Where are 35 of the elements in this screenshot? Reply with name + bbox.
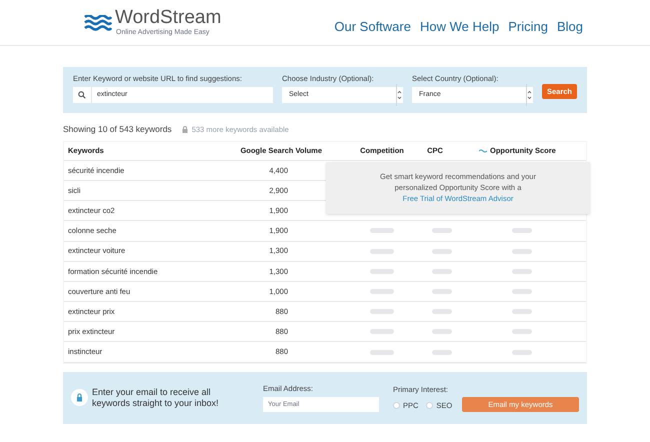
blurred-value xyxy=(432,268,452,274)
blurred-value xyxy=(370,268,394,274)
blurred-value xyxy=(432,309,452,314)
search-icon xyxy=(78,91,86,100)
logo-name: WordStream xyxy=(115,8,222,28)
results-count: Showing 10 of 543 keywords xyxy=(63,123,172,136)
blurred-value xyxy=(370,228,394,234)
email-message: Enter your email to receive all keywords straight to your inbox! xyxy=(92,386,220,409)
blurred-value xyxy=(432,329,452,334)
blurred-value xyxy=(512,268,532,274)
lock-icon xyxy=(71,389,88,406)
blurred-value xyxy=(370,248,394,254)
select-arrow-icon xyxy=(396,84,402,106)
blurred-value xyxy=(512,248,532,254)
lock-icon xyxy=(182,126,188,133)
blurred-value xyxy=(370,309,394,314)
nav-link[interactable]: Blog xyxy=(556,16,583,36)
blurred-value xyxy=(432,248,452,254)
blurred-value xyxy=(512,228,532,234)
nav-link[interactable]: Our Software xyxy=(334,16,411,36)
nav-link[interactable]: How We Help xyxy=(420,16,500,36)
blurred-value xyxy=(432,350,452,355)
blurred-value xyxy=(512,288,532,294)
blurred-value xyxy=(512,329,532,334)
blurred-value xyxy=(432,228,452,234)
blurred-value xyxy=(512,350,532,355)
waves-logo-icon xyxy=(84,14,112,30)
select-arrow-icon xyxy=(526,84,532,106)
blurred-value xyxy=(432,288,452,294)
blurred-value xyxy=(370,329,394,334)
blurred-value xyxy=(370,288,394,294)
blurred-value xyxy=(512,309,532,314)
nav-link[interactable]: Pricing xyxy=(508,16,548,36)
blurred-value xyxy=(370,350,394,355)
waves-icon xyxy=(479,148,487,153)
